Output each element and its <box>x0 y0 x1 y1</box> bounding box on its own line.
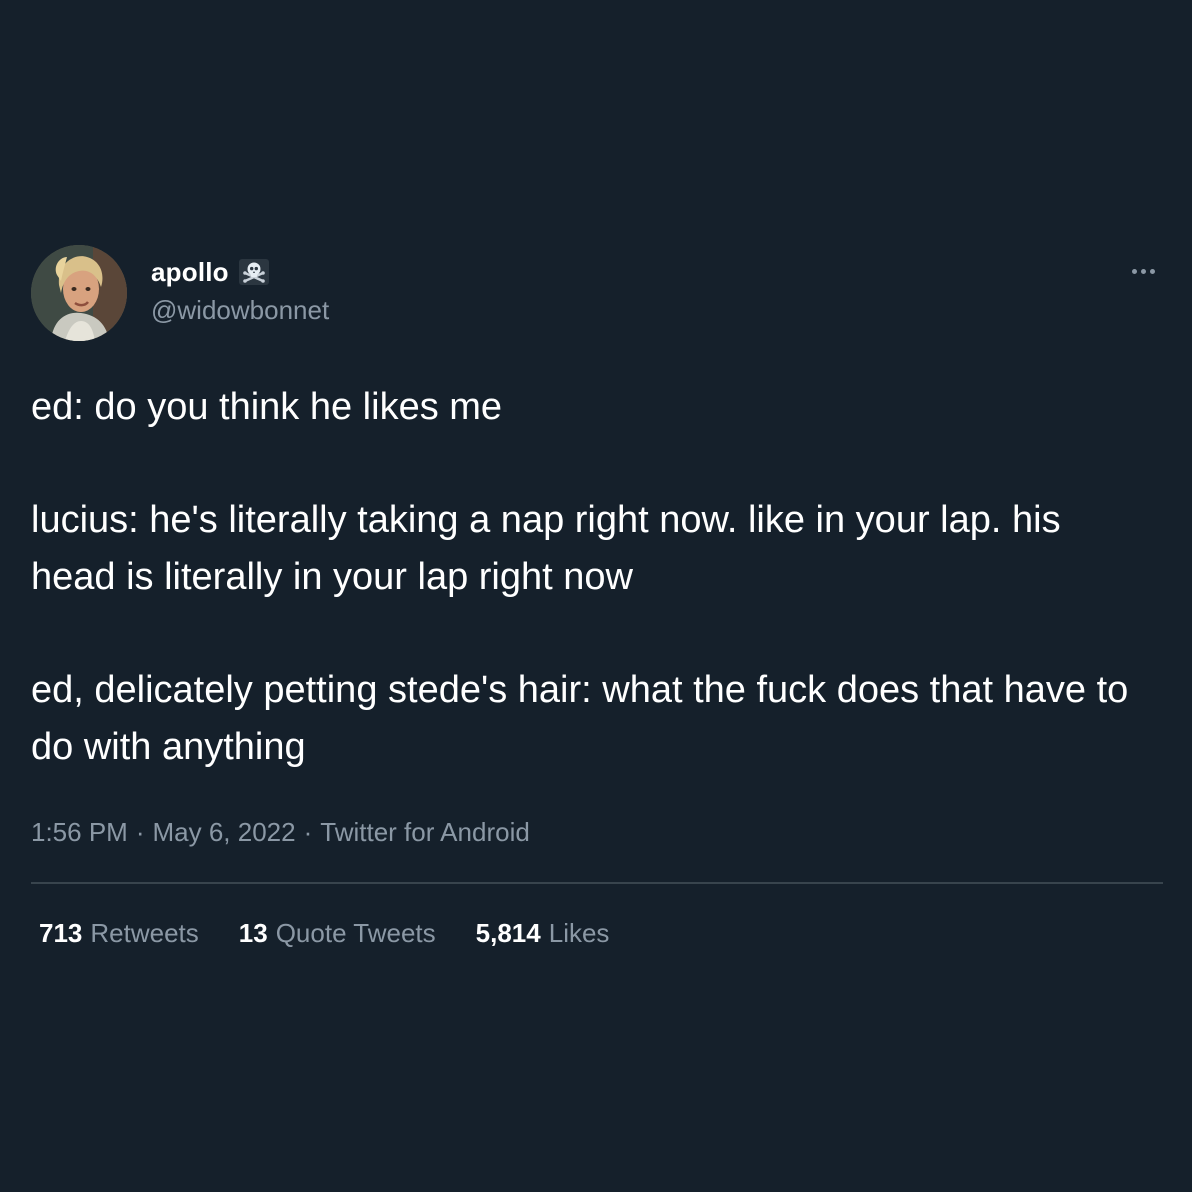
meta-separator: · <box>135 816 145 847</box>
skull-crossbones-icon <box>238 259 269 285</box>
tweet-line: lucius: he's literally taking a nap righ… <box>31 499 1061 598</box>
quote-tweets-count: 13 <box>238 918 268 948</box>
tweet-line: ed, delicately petting stede's hair: wha… <box>31 669 1129 768</box>
likes-label: Likes <box>548 918 610 948</box>
likes-stat[interactable]: 5,814 Likes <box>476 918 610 949</box>
display-name-row: apollo <box>151 255 329 289</box>
more-dot-icon <box>1149 268 1155 274</box>
avatar[interactable] <box>31 245 127 341</box>
tweet-date[interactable]: May 6, 2022 <box>153 817 296 848</box>
tweet-header: apollo @widowbonnet <box>31 245 1163 345</box>
tweet-line: ed: do you think he likes me <box>31 386 503 428</box>
quote-tweets-stat[interactable]: 13 Quote Tweets <box>239 918 436 949</box>
tweet-stats: 713 Retweets 13 Quote Tweets 5,814 Likes <box>31 918 1163 949</box>
divider <box>31 882 1163 884</box>
quote-tweets-label: Quote Tweets <box>275 918 436 948</box>
retweets-label: Retweets <box>90 918 199 948</box>
tweet-source[interactable]: Twitter for Android <box>320 817 530 848</box>
avatar-image <box>31 245 127 341</box>
tweet-time[interactable]: 1:56 PM <box>31 817 128 848</box>
more-dot-icon <box>1131 268 1137 274</box>
likes-count: 5,814 <box>475 918 541 948</box>
user-handle[interactable]: @widowbonnet <box>151 295 329 326</box>
user-names: apollo @widowbonnet <box>151 255 329 326</box>
retweets-count: 713 <box>39 918 83 948</box>
retweets-stat[interactable]: 713 Retweets <box>39 918 199 949</box>
tweet-text: ed: do you think he likes me lucius: he'… <box>31 379 1151 776</box>
more-options-button[interactable] <box>1123 253 1163 289</box>
meta-separator: · <box>303 816 313 847</box>
tweet-card: apollo @widowbonnet ed: do you think he … <box>31 245 1163 949</box>
more-dot-icon <box>1140 268 1146 274</box>
display-name[interactable]: apollo <box>151 257 229 288</box>
tweet-meta: 1:56 PM · May 6, 2022 · Twitter for Andr… <box>31 812 1163 852</box>
